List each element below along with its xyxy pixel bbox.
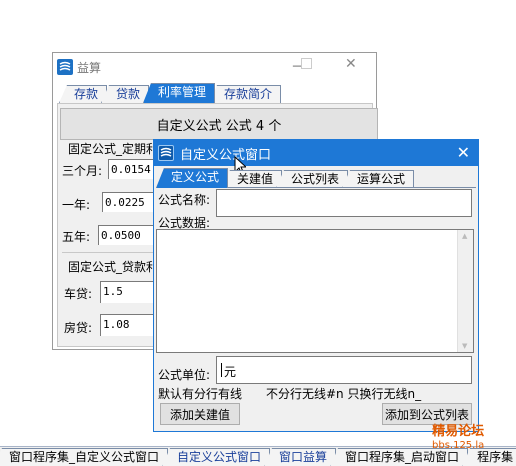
car-loan-field[interactable]: 1.5 <box>100 281 154 303</box>
watermark-line1: 精易论坛 <box>432 424 485 439</box>
bg-close-icon[interactable]: ✕ <box>345 56 357 72</box>
house-loan-field[interactable]: 1.08 <box>100 314 154 336</box>
car-loan-label: 车贷: <box>64 287 93 301</box>
tab-loan[interactable]: 贷款 <box>101 85 150 103</box>
fixed-loan-group-label: 固定公式_贷款利 <box>68 260 159 274</box>
one-year-field[interactable]: 0.0225 <box>102 192 154 212</box>
custom-formula-dialog: 自定义公式窗口 ✕ 定义公式 关建值 公式列表 运算公式 公式名称: 公式数据:… <box>153 139 479 432</box>
formula-name-label: 公式名称: <box>158 193 211 207</box>
bg-window-titlebar[interactable]: 益算 <box>57 57 101 77</box>
hint-default: 默认有分行有线 <box>158 387 243 401</box>
formula-unit-value: 元 <box>224 365 237 379</box>
formula-name-input[interactable] <box>216 189 472 217</box>
five-year-field[interactable]: 0.0500 <box>98 225 154 245</box>
custom-formula-button[interactable]: 自定义公式 公式 4 个 <box>60 108 378 140</box>
tab-deposit-intro[interactable]: 存款简介 <box>209 85 282 103</box>
dialog-title: 自定义公式窗口 <box>180 147 272 163</box>
three-month-label: 三个月: <box>62 164 103 178</box>
editor-tab-1[interactable]: 自定义公式窗口 <box>162 448 271 466</box>
add-key-value-button[interactable]: 添加关建值 <box>160 403 240 425</box>
forum-watermark: 精易论坛 bbs.125.la <box>432 425 484 453</box>
scroll-down-icon[interactable]: ▼ <box>462 342 467 350</box>
house-loan-label: 房贷: <box>64 321 93 335</box>
dialog-titlebar[interactable]: 自定义公式窗口 ✕ <box>154 140 478 166</box>
tab-formula-list[interactable]: 公式列表 <box>276 170 349 188</box>
one-year-label: 一年: <box>62 198 91 212</box>
maximize-icon[interactable] <box>301 58 312 69</box>
tab-key-values[interactable]: 关建值 <box>222 170 283 188</box>
bg-tabstrip: 存款 贷款 利率管理 存款简介 <box>59 83 282 103</box>
editor-tab-2[interactable]: 窗口益算 <box>264 448 337 466</box>
watermark-line2: bbs.125.la <box>432 440 485 451</box>
hint-newline-codes: 不分行无线#n 只换行无线n_ <box>266 387 422 401</box>
formula-unit-label: 公式单位: <box>158 368 211 382</box>
tab-rate-management[interactable]: 利率管理 <box>143 83 216 103</box>
tab-compute-formula[interactable]: 运算公式 <box>342 170 415 188</box>
three-month-field[interactable]: 0.0154 <box>108 159 154 179</box>
bg-window-title: 益算 <box>77 60 102 75</box>
fixed-deposit-group-label: 固定公式_定期利 <box>68 142 159 156</box>
app-icon <box>57 59 73 75</box>
dialog-tabstrip: 定义公式 关建值 公式列表 运算公式 <box>156 168 415 188</box>
formula-data-textarea[interactable]: ▲ ▼ <box>156 229 474 353</box>
formula-unit-input[interactable]: 元 <box>216 356 472 384</box>
group-divider <box>62 252 154 253</box>
vertical-scrollbar[interactable]: ▲ ▼ <box>457 230 473 352</box>
five-year-label: 五年: <box>62 230 91 244</box>
tab-define-formula[interactable]: 定义公式 <box>156 168 229 188</box>
text-caret <box>221 363 222 377</box>
scroll-up-icon[interactable]: ▲ <box>462 232 467 240</box>
editor-tab-0[interactable]: 窗口程序集_自定义公式窗口 <box>0 448 169 466</box>
tab-deposit[interactable]: 存款 <box>59 85 108 103</box>
add-to-formula-list-button[interactable]: 添加到公式列表 <box>382 403 472 425</box>
close-icon[interactable]: ✕ <box>457 143 470 162</box>
dialog-app-icon <box>158 145 174 161</box>
